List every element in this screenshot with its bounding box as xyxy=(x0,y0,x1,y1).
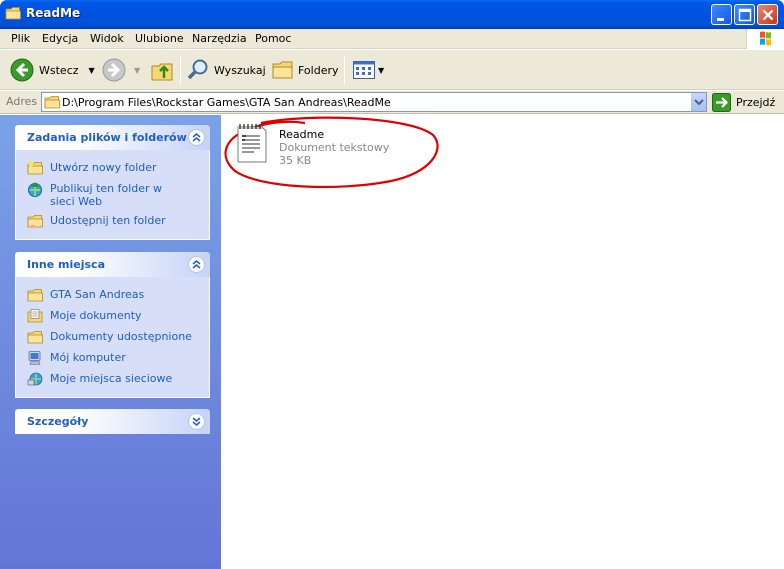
toolbar: Wstecz ▼ ▼ Wyszukaj Foldery ▼ xyxy=(0,50,784,90)
folder-icon xyxy=(44,96,60,109)
other-places-header[interactable]: Inne miejsca xyxy=(15,252,210,277)
title-bar[interactable]: ReadMe xyxy=(0,0,784,29)
search-label: Wyszukaj xyxy=(214,63,266,77)
chevron-down-icon xyxy=(192,417,201,426)
go-label: Przejdź xyxy=(736,96,776,109)
back-label: Wstecz xyxy=(39,63,79,77)
address-dropdown-button[interactable] xyxy=(690,93,706,111)
place-network-places[interactable]: Moje miejsca sieciowe xyxy=(16,368,209,389)
task-pane: Zadania plików i folderów Utwórz nowy fo… xyxy=(0,115,221,569)
windows-logo xyxy=(746,29,784,49)
chevron-up-icon xyxy=(192,133,201,142)
details-header[interactable]: Szczegóły xyxy=(15,409,210,434)
other-places-panel: Inne miejsca GTA San Andreas Moje dokume… xyxy=(15,252,210,398)
window-title: ReadMe xyxy=(26,6,81,20)
folders-icon xyxy=(272,61,293,79)
maximize-button[interactable] xyxy=(734,4,755,25)
task-publish-web[interactable]: Publikuj ten folder w sieci Web xyxy=(16,178,209,210)
go-button[interactable]: Przejdź xyxy=(712,93,775,112)
menu-pomoc[interactable]: Pomoc xyxy=(252,31,294,46)
my-computer-icon xyxy=(28,351,41,365)
go-arrow-icon xyxy=(712,93,731,112)
menu-widok[interactable]: Widok xyxy=(87,31,127,46)
file-size: 35 KB xyxy=(279,154,312,167)
back-button[interactable]: Wstecz ▼ xyxy=(10,55,95,85)
forward-button[interactable]: ▼ xyxy=(102,55,140,85)
other-places-title: Inne miejsca xyxy=(27,258,105,271)
toolbar-separator xyxy=(344,56,345,84)
menu-edycja[interactable]: Edycja xyxy=(39,31,81,46)
expand-button[interactable] xyxy=(188,413,205,430)
file-tasks-header[interactable]: Zadania plików i folderów xyxy=(15,125,210,150)
maximize-icon xyxy=(738,8,752,22)
close-button[interactable] xyxy=(757,4,778,25)
folders-button[interactable]: Foldery xyxy=(271,55,339,85)
windows-flag-icon xyxy=(760,31,771,46)
menu-ulubione[interactable]: Ulubione xyxy=(132,31,187,46)
task-share-folder[interactable]: Udostępnij ten folder xyxy=(16,210,209,231)
address-label: Adres xyxy=(6,95,38,108)
menu-bar: Plik Edycja Widok Ulubione Narzędzia Pom… xyxy=(0,29,784,49)
menu-narzedzia[interactable]: Narzędzia xyxy=(189,31,250,46)
up-folder-icon xyxy=(151,63,173,81)
forward-dropdown-icon[interactable]: ▼ xyxy=(134,66,140,75)
up-folder-button[interactable] xyxy=(150,55,174,85)
share-folder-icon xyxy=(27,215,43,228)
address-field[interactable]: D:\Program Files\Rockstar Games\GTA San … xyxy=(41,92,707,112)
file-tasks-panel: Zadania plików i folderów Utwórz nowy fo… xyxy=(15,125,210,240)
minimize-button[interactable] xyxy=(711,4,732,25)
text-document-icon xyxy=(237,124,267,163)
place-gta-san-andreas[interactable]: GTA San Andreas xyxy=(16,284,209,305)
task-label: Utwórz nowy folder xyxy=(50,161,157,174)
publish-web-icon xyxy=(28,182,42,197)
file-tasks-body: Utwórz nowy folder Publikuj ten folder w… xyxy=(15,150,210,240)
place-label: Dokumenty udostępnione xyxy=(50,330,192,343)
shared-documents-icon xyxy=(27,331,43,344)
address-bar: Adres D:\Program Files\Rockstar Games\GT… xyxy=(0,91,784,114)
place-my-computer[interactable]: Mój komputer xyxy=(16,347,209,368)
folder-icon xyxy=(5,7,21,20)
toolbar-separator xyxy=(180,56,181,84)
new-folder-icon xyxy=(27,161,43,175)
forward-arrow-icon xyxy=(102,58,126,82)
collapse-button[interactable] xyxy=(188,129,205,146)
views-icon xyxy=(353,61,375,79)
network-places-icon xyxy=(27,372,43,386)
details-title: Szczegóły xyxy=(27,415,89,428)
folders-label: Foldery xyxy=(298,63,339,77)
minimize-icon xyxy=(717,18,724,21)
chevron-up-icon xyxy=(192,260,201,269)
place-my-documents[interactable]: Moje dokumenty xyxy=(16,305,209,326)
search-icon xyxy=(187,59,208,80)
menu-plik[interactable]: Plik xyxy=(8,31,33,46)
task-new-folder[interactable]: Utwórz nowy folder xyxy=(16,157,209,178)
task-label: Udostępnij ten folder xyxy=(50,214,166,227)
task-label: Publikuj ten folder w sieci Web xyxy=(50,182,163,208)
close-icon xyxy=(762,9,774,21)
place-label: Mój komputer xyxy=(50,351,126,364)
address-value: D:\Program Files\Rockstar Games\GTA San … xyxy=(62,96,391,109)
details-panel: Szczegóły xyxy=(15,409,210,434)
search-button[interactable]: Wyszukaj xyxy=(186,55,266,85)
folder-icon xyxy=(27,289,43,302)
place-shared-documents[interactable]: Dokumenty udostępnione xyxy=(16,326,209,347)
place-label: GTA San Andreas xyxy=(50,288,145,301)
my-documents-icon xyxy=(27,309,43,323)
other-places-body: GTA San Andreas Moje dokumenty Dokumenty… xyxy=(15,277,210,398)
views-dropdown-icon[interactable]: ▼ xyxy=(378,66,384,75)
file-list-view[interactable]: Readme Dokument tekstowy 35 KB xyxy=(221,115,784,569)
back-dropdown-icon[interactable]: ▼ xyxy=(89,66,95,75)
chevron-down-icon xyxy=(694,99,704,106)
file-type: Dokument tekstowy xyxy=(279,141,390,154)
place-label: Moje dokumenty xyxy=(50,309,142,322)
file-tasks-title: Zadania plików i folderów xyxy=(27,131,187,144)
collapse-button[interactable] xyxy=(188,256,205,273)
file-name: Readme xyxy=(279,128,325,141)
file-item-readme[interactable]: Readme Dokument tekstowy 35 KB xyxy=(233,120,433,170)
back-arrow-icon xyxy=(10,58,34,82)
views-button[interactable]: ▼ xyxy=(352,55,384,85)
place-label: Moje miejsca sieciowe xyxy=(50,372,173,385)
